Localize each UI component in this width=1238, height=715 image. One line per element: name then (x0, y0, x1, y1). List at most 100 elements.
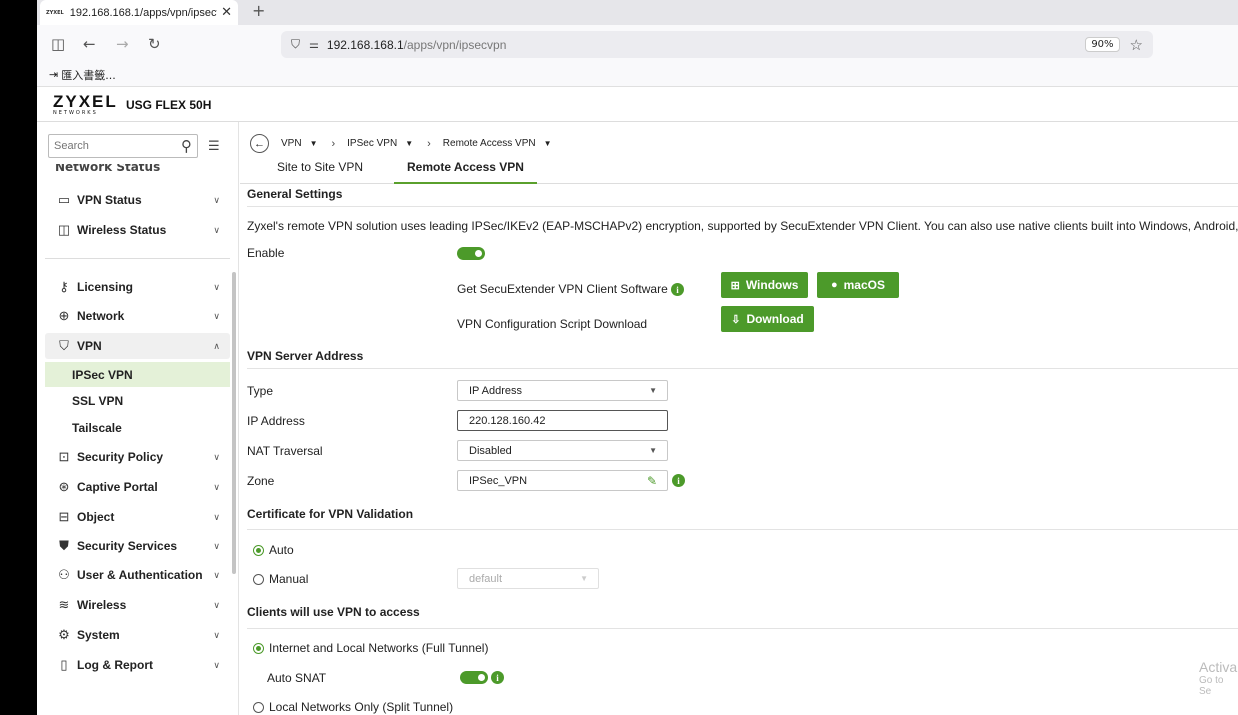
url-bar[interactable]: ⛉ ⚌ 192.168.168.1/apps/vpn/ipsecvpn 90% … (281, 31, 1153, 58)
device-model: USG FLEX 50H (126, 98, 212, 112)
sidebar-item-security-policy[interactable]: ⊡ Security Policy ∨ (45, 444, 230, 470)
sidebar-item-object[interactable]: ⊟ Object ∨ (45, 504, 230, 530)
clipboard-icon: ▯ (60, 657, 68, 672)
apple-icon: ● (830, 279, 838, 291)
sidebar-item-label: System (77, 628, 120, 642)
security-shield-icon: ⛊ (59, 538, 69, 553)
zone-field[interactable]: IPSec_VPN ✎ (457, 470, 668, 491)
zyxel-logo[interactable]: ZYXEL NETWORKS (53, 92, 118, 116)
sidebar-search[interactable]: ⚲ (48, 134, 198, 158)
sidebar-subitem-tailscale[interactable]: Tailscale (45, 415, 230, 440)
chevron-down-icon: ∨ (213, 481, 220, 492)
breadcrumb: ← VPN ▼ › IPSec VPN ▼ › Remote Access VP… (250, 134, 566, 153)
shield-lock-icon[interactable]: ⛉ (291, 37, 300, 52)
radio-label: Manual (269, 572, 309, 586)
sidebar-item-captive-portal[interactable]: ⊛ Captive Portal ∨ (45, 474, 230, 500)
caret-down-icon: ▼ (580, 574, 588, 583)
windows-button[interactable]: ⊞ Windows (721, 272, 808, 298)
split-tunnel-radio[interactable]: Local Networks Only (Split Tunnel) (253, 700, 453, 714)
logo-brand: ZYXEL (53, 92, 118, 111)
radio-unchecked-icon (253, 701, 264, 713)
bookmark-star-icon[interactable]: ☆ (1130, 36, 1143, 54)
wifi-status-icon: ◫ (57, 222, 71, 237)
permissions-icon[interactable]: ⚌ (309, 38, 319, 51)
sidebar-item-vpn-status[interactable]: ▭ VPN Status ∨ (45, 187, 230, 213)
radio-label: Local Networks Only (Split Tunnel) (269, 700, 454, 714)
type-label: Type (247, 384, 274, 398)
sidebar-item-network[interactable]: ⊕ Network ∨ (45, 303, 230, 329)
back-arrow-icon[interactable]: ← (250, 134, 269, 153)
breadcrumb-remote-access-vpn[interactable]: Remote Access VPN (443, 138, 536, 149)
sidebar-scrollbar[interactable] (232, 272, 236, 574)
breadcrumb-ipsec-vpn[interactable]: IPSec VPN (347, 138, 397, 149)
sidebar-item-system[interactable]: ⚙ System ∨ (45, 622, 230, 648)
radio-checked-icon (253, 642, 264, 654)
back-icon[interactable]: ← (83, 35, 96, 53)
chevron-down-icon: ∨ (213, 281, 220, 292)
nat-traversal-select[interactable]: Disabled ▼ (457, 440, 668, 461)
caret-down-icon[interactable]: ▼ (544, 139, 552, 148)
sidebar-item-wireless-status[interactable]: ◫ Wireless Status ∨ (45, 217, 230, 243)
pencil-edit-icon[interactable]: ✎ (647, 474, 657, 488)
zyxel-favicon-icon: ZYXEL (46, 9, 64, 16)
chevron-down-icon: ∨ (213, 659, 220, 670)
sidebar-item-security-services[interactable]: ⛊ Security Services ∨ (45, 533, 230, 559)
download-button[interactable]: ⇩ Download (721, 306, 814, 332)
sidebar-subitem-ssl-vpn[interactable]: SSL VPN (45, 388, 230, 413)
nat-select-value: Disabled (469, 444, 512, 457)
enable-toggle[interactable] (457, 247, 485, 260)
certificate-auto-radio[interactable]: Auto (253, 543, 294, 557)
auto-snat-toggle[interactable] (460, 671, 488, 684)
macos-button[interactable]: ● macOS (817, 272, 899, 298)
browser-tab[interactable]: ZYXEL 192.168.168.1/apps/vpn/ipsecvp ✕ (40, 0, 238, 25)
import-bookmarks-link[interactable]: 匯入書籤... (61, 67, 116, 83)
navigation-bar: ◫ ← → ↻ ⛉ ⚌ 192.168.168.1/apps/vpn/ipsec… (37, 25, 1238, 63)
sidebar-toggle-icon[interactable]: ◫ (51, 35, 65, 53)
policy-icon: ⊡ (58, 449, 70, 464)
caret-down-icon[interactable]: ▼ (310, 139, 318, 148)
ip-address-input[interactable] (457, 410, 668, 431)
new-tab-icon[interactable]: + (252, 1, 265, 20)
sidebar-item-network-status[interactable]: Network Status (55, 164, 160, 174)
collapse-sidebar-icon[interactable]: ☰ (208, 139, 220, 154)
certificate-select[interactable]: default ▼ (457, 568, 599, 589)
info-icon[interactable]: i (672, 474, 685, 487)
sidebar-item-label: VPN Status (77, 193, 142, 207)
url-text[interactable]: 192.168.168.1/apps/vpn/ipsecvpn (327, 38, 1085, 52)
reload-icon[interactable]: ↻ (148, 35, 161, 53)
browser-window: ZYXEL 192.168.168.1/apps/vpn/ipsecvp ✕ +… (37, 0, 1238, 715)
sidebar-item-label: User & Authentication (77, 568, 203, 582)
sidebar-item-licensing[interactable]: ⚷ Licensing ∨ (45, 274, 230, 300)
windows-button-label: Windows (745, 278, 799, 292)
breadcrumb-vpn[interactable]: VPN (281, 138, 302, 149)
zoom-badge[interactable]: 90% (1085, 37, 1120, 52)
activation-watermark: Activa Go to Se (1199, 659, 1238, 697)
caret-down-icon[interactable]: ▼ (405, 139, 413, 148)
close-tab-icon[interactable]: ✕ (221, 5, 232, 20)
bookmarks-bar: ⇥ 匯入書籤... (37, 63, 1238, 87)
type-select-value: IP Address (469, 384, 522, 397)
tab-site-to-site-vpn[interactable]: Site to Site VPN (277, 160, 363, 184)
download-icon: ⇩ (731, 313, 741, 326)
search-input[interactable] (54, 140, 164, 152)
main-content: ← VPN ▼ › IPSec VPN ▼ › Remote Access VP… (240, 122, 1238, 715)
watermark-line2: Go to Se (1199, 675, 1224, 697)
sidebar-item-log-report[interactable]: ▯ Log & Report ∨ (45, 652, 230, 678)
search-icon[interactable]: ⚲ (181, 137, 192, 155)
certificate-manual-radio[interactable]: Manual (253, 572, 308, 586)
sidebar-item-user-authentication[interactable]: ⚇ User & Authentication ∨ (45, 562, 230, 588)
shield-icon: ⛉ (59, 338, 69, 353)
sidebar-subitem-ipsec-vpn[interactable]: IPSec VPN (45, 362, 230, 387)
radio-label: Internet and Local Networks (Full Tunnel… (269, 641, 489, 655)
info-icon[interactable]: i (491, 671, 504, 684)
object-icon: ⊟ (58, 509, 70, 524)
forward-icon[interactable]: → (116, 35, 129, 53)
section-divider (247, 529, 1238, 530)
type-select[interactable]: IP Address ▼ (457, 380, 668, 401)
info-icon[interactable]: i (671, 283, 684, 296)
sidebar-item-vpn[interactable]: ⛉ VPN ∧ (45, 333, 230, 359)
ip-address-label: IP Address (247, 414, 305, 428)
sidebar-item-wireless[interactable]: ≋ Wireless ∨ (45, 592, 230, 618)
tab-remote-access-vpn[interactable]: Remote Access VPN (394, 160, 537, 184)
full-tunnel-radio[interactable]: Internet and Local Networks (Full Tunnel… (253, 641, 488, 655)
